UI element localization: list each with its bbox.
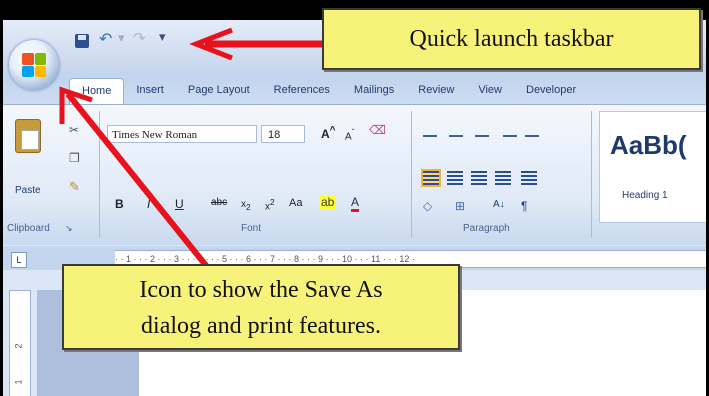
redo-icon[interactable]: ↷ [133,29,146,47]
justify-icon[interactable] [495,171,511,185]
font-name-select[interactable]: Times New Roman [107,125,257,143]
ribbon-tabs: Home Insert Page Layout References Maili… [69,78,588,107]
office-logo-icon [22,53,46,77]
callout-line: Icon to show the Save As [139,277,383,303]
highlight-icon[interactable]: ab [319,195,337,209]
vertical-ruler-number: 2 [13,343,24,349]
subscript-icon[interactable]: x2 [241,199,251,212]
clipboard-launcher-icon[interactable]: ↘ [65,223,73,234]
tab-developer[interactable]: Developer [514,78,588,104]
italic-icon[interactable]: I [147,197,150,211]
tab-insert[interactable]: Insert [124,78,176,104]
tab-selector[interactable]: L [11,252,27,268]
superscript-icon[interactable]: x2 [265,197,275,212]
clear-formatting-icon[interactable]: ⌫ [369,123,386,137]
multilevel-list-icon[interactable] [475,123,489,137]
tab-references[interactable]: References [262,78,342,104]
tab-page-layout[interactable]: Page Layout [176,78,262,104]
group-divider [99,111,100,237]
save-icon[interactable] [75,34,89,48]
undo-icon[interactable]: ↶ [99,29,112,49]
callout-quick-launch: Quick launch taskbar [322,8,701,70]
office-logo-tile [34,53,46,65]
change-case-icon[interactable]: Aa [289,197,302,209]
paste-button-label[interactable]: Paste [15,185,41,196]
tab-view[interactable]: View [466,78,514,104]
strikethrough-icon[interactable]: abc [211,197,227,208]
grow-font-icon[interactable]: A^ [321,125,336,141]
bold-icon[interactable]: B [115,197,124,211]
bullets-icon[interactable] [423,123,437,137]
office-logo-tile [22,65,34,77]
show-formatting-icon[interactable]: ¶ [521,199,527,213]
ribbon: Paste ✂ ❐ ✎ Clipboard ↘ Times New Roman … [3,104,706,245]
shrink-font-icon[interactable]: Aˇ [345,127,354,142]
paragraph-group-label: Paragraph [463,223,510,234]
clipboard-group-label: Clipboard [7,223,50,234]
style-name-label: Heading 1 [622,190,668,201]
increase-indent-icon[interactable] [525,123,539,137]
format-painter-icon[interactable]: ✎ [69,179,80,195]
vertical-ruler[interactable]: 2 1 [9,290,31,396]
sort-icon[interactable]: A↓ [493,199,505,210]
numbering-icon[interactable] [449,123,463,137]
align-center-icon[interactable] [447,171,463,185]
tab-home[interactable]: Home [69,78,125,107]
copy-icon[interactable]: ❐ [69,151,80,165]
cut-icon[interactable]: ✂ [69,123,79,137]
decrease-indent-icon[interactable] [503,123,517,137]
office-logo-tile [34,65,46,77]
customize-quick-access-icon[interactable]: ▾ [159,29,166,45]
tab-review[interactable]: Review [406,78,466,104]
font-size-select[interactable]: 18 [261,125,305,143]
callout-office-button: Icon to show the Save As dialog and prin… [62,264,460,350]
borders-icon[interactable]: ⊞ [455,199,465,213]
group-divider [411,111,412,237]
group-divider [591,111,592,237]
line-spacing-icon[interactable] [521,171,537,185]
align-left-icon[interactable] [421,169,441,187]
vertical-ruler-number: 1 [13,379,24,385]
font-color-icon[interactable]: A [351,195,360,212]
underline-icon[interactable]: U [175,197,184,211]
style-sample-text: AaBb( [610,130,687,160]
align-right-icon[interactable] [471,171,487,185]
office-logo-tile [22,53,34,65]
style-heading-1[interactable]: AaBb( Heading 1 [599,111,706,223]
undo-dropdown-icon[interactable]: ▾ [118,30,125,46]
shading-icon[interactable]: ◇ [423,199,432,213]
tab-mailings[interactable]: Mailings [342,78,406,104]
office-button[interactable] [9,40,59,90]
font-group-label: Font [241,223,262,234]
callout-line: dialog and print features. [141,313,381,339]
paste-icon[interactable] [15,119,41,153]
